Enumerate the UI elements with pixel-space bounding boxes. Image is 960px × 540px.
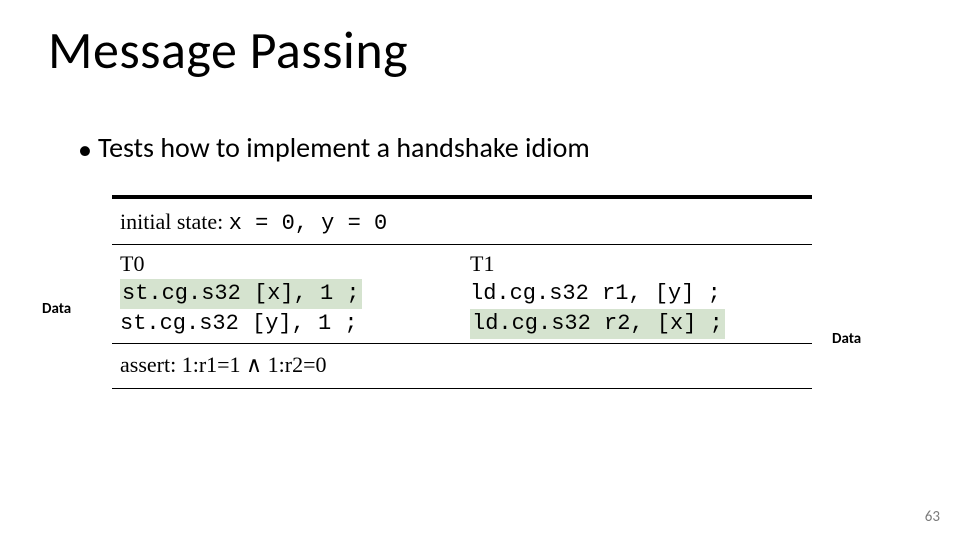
slide-title: Message Passing: [48, 18, 408, 82]
t1-line-0: ld.cg.s32 r1, [y] ;: [470, 281, 721, 306]
thread-t1-col: T1: [462, 251, 812, 279]
annotation-data-left: Data: [42, 300, 71, 318]
t0-line-1-cell: st.cg.s32 [y], 1 ;: [112, 309, 462, 339]
bullet-dot-icon: •: [78, 136, 92, 164]
rule-bottom: [112, 388, 812, 389]
t0-line-1: st.cg.s32 [y], 1 ;: [120, 311, 358, 336]
thread-t1-label: T1: [470, 251, 812, 277]
t0-line-0-cell: st.cg.s32 [x], 1 ;: [112, 279, 462, 309]
slide: Message Passing •Tests how to implement …: [0, 0, 960, 540]
t1-line-1: ld.cg.s32 r2, [x] ;: [470, 309, 725, 339]
assert-row: assert: 1:r1=1 ∧ 1:r2=0: [112, 344, 812, 388]
initial-state-row: initial state: x = 0, y = 0: [112, 199, 812, 244]
annotation-data-right: Data: [832, 330, 861, 348]
code-row-0: st.cg.s32 [x], 1 ; ld.cg.s32 r1, [y] ;: [112, 279, 812, 309]
initial-state-expr: x = 0, y = 0: [229, 211, 387, 236]
thread-labels-row: T0 T1: [112, 251, 812, 279]
litmus-table: initial state: x = 0, y = 0 T0 T1 st.cg.…: [112, 195, 812, 389]
assert-expr: 1:r1=1 ∧ 1:r2=0: [182, 352, 327, 377]
threads-block: T0 T1 st.cg.s32 [x], 1 ; ld.cg.s32 r1, […: [112, 245, 812, 343]
bullet-text: Tests how to implement a handshake idiom: [98, 130, 590, 165]
t1-line-1-cell: ld.cg.s32 r2, [x] ;: [462, 309, 812, 339]
thread-t0-col: T0: [112, 251, 462, 279]
t1-line-0-cell: ld.cg.s32 r1, [y] ;: [462, 279, 812, 309]
code-row-1: st.cg.s32 [y], 1 ; ld.cg.s32 r2, [x] ;: [112, 309, 812, 339]
t0-line-0: st.cg.s32 [x], 1 ;: [120, 279, 362, 309]
page-number: 63: [925, 508, 940, 526]
thread-t0-label: T0: [120, 251, 462, 277]
initial-state-label: initial state:: [120, 209, 223, 234]
assert-label: assert:: [120, 352, 176, 377]
bullet-item: •Tests how to implement a handshake idio…: [78, 130, 590, 165]
